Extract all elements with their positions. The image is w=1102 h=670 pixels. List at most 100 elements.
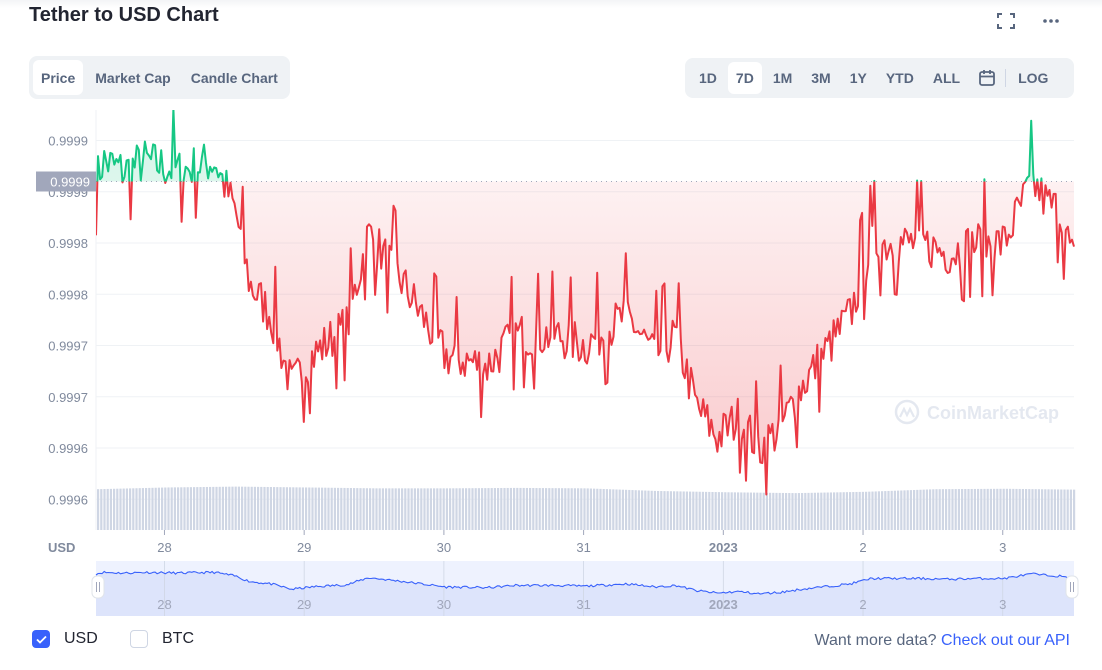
- volume-bar: [157, 487, 160, 530]
- navigator[interactable]: 28 29 30 31 2023 2 3: [91, 561, 1079, 616]
- volume-bar: [605, 489, 608, 530]
- volume-bar: [970, 488, 973, 530]
- tab-market-cap[interactable]: Market Cap: [87, 60, 178, 95]
- volume-bar: [1073, 489, 1076, 530]
- volume-bar: [1012, 488, 1015, 530]
- api-link[interactable]: Check out our API: [941, 632, 1070, 649]
- volume-bar: [189, 487, 192, 530]
- volume-bar: [1021, 488, 1024, 530]
- log-scale-toggle[interactable]: LOG: [1014, 62, 1052, 94]
- volume-bar: [749, 492, 752, 530]
- volume-bar: [177, 487, 180, 530]
- volume-bar: [500, 487, 503, 530]
- currency-btc-option[interactable]: BTC: [130, 630, 194, 648]
- volume-bar: [221, 486, 224, 530]
- volume-bar: [791, 493, 794, 530]
- volume-bar: [785, 492, 788, 530]
- volume-bar: [868, 491, 871, 530]
- volume-bar: [417, 488, 420, 530]
- volume-bar: [663, 491, 666, 530]
- volume-bar: [385, 488, 388, 530]
- navigator-tick-label: 3: [999, 597, 1006, 612]
- volume-bar: [890, 490, 893, 530]
- volume-bar: [461, 488, 464, 530]
- volume-bar: [602, 488, 605, 530]
- volume-bar: [455, 488, 458, 530]
- x-tick-label: 28: [157, 540, 171, 555]
- volume-bar: [161, 487, 164, 530]
- volume-bar: [743, 492, 746, 530]
- range-ytd[interactable]: YTD: [878, 62, 922, 94]
- volume-bar: [778, 492, 781, 530]
- volume-bar: [487, 488, 490, 530]
- btc-label: BTC: [162, 630, 194, 647]
- more-options-button[interactable]: [1040, 10, 1062, 32]
- volume-bar: [909, 490, 912, 530]
- volume-bar: [993, 488, 996, 530]
- volume-bar: [257, 486, 260, 530]
- volume-bar: [628, 489, 631, 530]
- tab-candle-chart[interactable]: Candle Chart: [183, 60, 286, 95]
- volume-bar: [394, 488, 397, 530]
- volume-bar: [314, 487, 317, 530]
- range-1d[interactable]: 1D: [691, 62, 725, 94]
- volume-bar: [625, 489, 628, 530]
- date-picker-button[interactable]: [973, 64, 1001, 92]
- volume-bar: [196, 487, 199, 530]
- volume-bar: [941, 489, 944, 530]
- usd-checkbox[interactable]: [32, 630, 50, 648]
- y-tick-label: 0.9997: [48, 339, 88, 354]
- volume-bar: [593, 488, 596, 530]
- volume-bar: [596, 488, 599, 530]
- time-range-selector: 1D 7D 1M 3M 1Y YTD ALL LOG: [685, 58, 1074, 98]
- volume-bar: [241, 486, 244, 530]
- volume-bar: [781, 492, 784, 530]
- volume-bar: [183, 487, 186, 530]
- navigator-left-handle[interactable]: [91, 575, 105, 599]
- range-3m[interactable]: 3M: [803, 62, 838, 94]
- volume-bar: [519, 487, 522, 530]
- fullscreen-button[interactable]: [995, 10, 1017, 32]
- volume-bar: [154, 487, 157, 530]
- volume-bar: [865, 491, 868, 530]
- tab-price[interactable]: Price: [33, 60, 84, 95]
- volume-bar: [138, 488, 141, 530]
- volume-bar: [503, 487, 506, 530]
- volume-bar: [250, 486, 253, 530]
- usd-label: USD: [64, 630, 98, 647]
- volume-bar: [388, 488, 391, 530]
- volume-bar: [1041, 489, 1044, 530]
- range-1y[interactable]: 1Y: [842, 62, 875, 94]
- y-tick-label: 0.9996: [48, 441, 88, 456]
- volume-bar: [977, 488, 980, 530]
- api-prompt: Want more data?: [814, 632, 937, 649]
- volume-bar: [737, 492, 740, 530]
- volume-bar: [167, 487, 170, 530]
- volume-bar: [570, 488, 573, 530]
- volume-bar: [788, 493, 791, 530]
- navigator-right-handle[interactable]: [1065, 575, 1079, 599]
- price-area: [96, 110, 1074, 495]
- range-1m[interactable]: 1M: [765, 62, 800, 94]
- range-7d[interactable]: 7D: [727, 62, 762, 94]
- volume-bar: [842, 492, 845, 530]
- volume-bar: [522, 487, 525, 530]
- volume-bar: [1063, 489, 1066, 530]
- volume-bar: [199, 487, 202, 530]
- volume-bar: [122, 488, 125, 530]
- volume-bar: [701, 491, 704, 530]
- volume-bar: [577, 488, 580, 530]
- volume-bar: [468, 488, 471, 530]
- volume-bar: [407, 488, 410, 530]
- btc-checkbox[interactable]: [130, 630, 148, 648]
- currency-usd-option[interactable]: USD: [32, 630, 98, 648]
- range-all[interactable]: ALL: [925, 62, 968, 94]
- volume-bar: [1047, 489, 1050, 530]
- volume-bar: [513, 487, 516, 530]
- volume-bar: [986, 488, 989, 530]
- volume-bar: [887, 490, 890, 530]
- volume-bar: [634, 490, 637, 530]
- volume-bar: [708, 491, 711, 530]
- volume-bar: [397, 488, 400, 530]
- volume-bar: [961, 489, 964, 530]
